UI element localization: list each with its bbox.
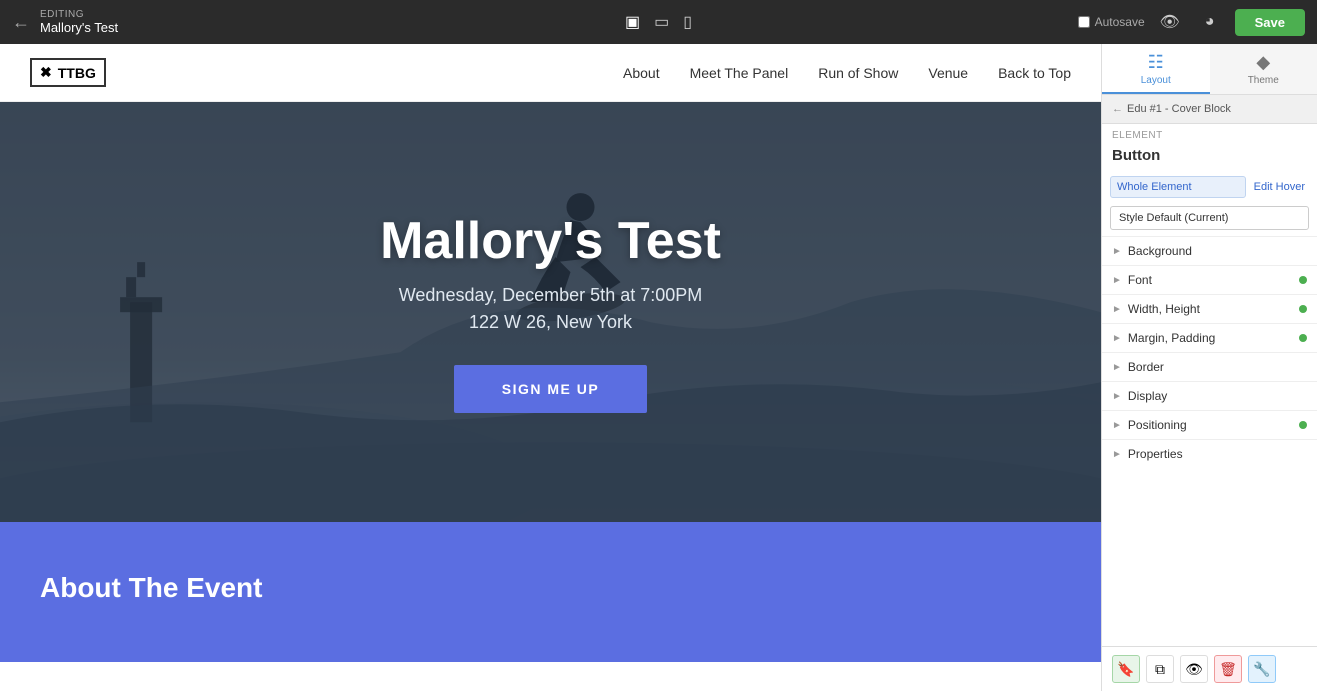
prop-background[interactable]: ► Background	[1102, 236, 1317, 265]
site-logo[interactable]: ✖ TTBG	[30, 58, 106, 87]
element-label: Element	[1102, 124, 1317, 143]
layout-tab-icon: ☷	[1148, 52, 1164, 73]
toolbar-delete-btn[interactable]: 🗑	[1214, 655, 1242, 683]
tab-theme[interactable]: ◆ Theme	[1210, 44, 1317, 94]
autosave-checkbox[interactable]	[1078, 16, 1090, 28]
nav-about[interactable]: About	[623, 65, 660, 81]
nav-back-to-top[interactable]: Back to Top	[998, 65, 1071, 81]
prop-dot-font	[1299, 276, 1307, 284]
tab-theme-label: Theme	[1248, 75, 1279, 86]
autosave-label[interactable]: Autosave	[1078, 15, 1145, 29]
hero-title: Mallory's Test	[380, 211, 721, 271]
prop-properties[interactable]: ► Properties	[1102, 439, 1317, 468]
prop-name-border: Border	[1128, 360, 1307, 374]
prop-name-properties: Properties	[1128, 447, 1307, 461]
breadcrumb[interactable]: ← Edu #1 - Cover Block	[1102, 95, 1317, 124]
prop-name-positioning: Positioning	[1128, 418, 1299, 432]
hero-content: Mallory's Test Wednesday, December 5th a…	[380, 211, 721, 413]
right-panel: ☷ Layout ◆ Theme ← Edu #1 - Cover Block …	[1101, 44, 1317, 691]
prop-dot-pos	[1299, 421, 1307, 429]
preview-button[interactable]: 👁	[1155, 7, 1185, 37]
nav-links: About Meet The Panel Run of Show Venue B…	[623, 65, 1071, 81]
prop-chevron-font: ►	[1112, 275, 1122, 286]
prop-border[interactable]: ► Border	[1102, 352, 1317, 381]
prop-chevron-props: ►	[1112, 449, 1122, 460]
prop-chevron-wh: ►	[1112, 304, 1122, 315]
hero-section: Mallory's Test Wednesday, December 5th a…	[0, 102, 1101, 522]
hero-date: Wednesday, December 5th at 7:00PM	[399, 285, 703, 306]
prop-margin-padding[interactable]: ► Margin, Padding	[1102, 323, 1317, 352]
toolbar-copy-btn[interactable]: ⧉	[1146, 655, 1174, 683]
editing-text: EDITING	[40, 9, 118, 20]
whole-element-select[interactable]: Whole Element	[1110, 176, 1246, 198]
panel-bottom-toolbar: 🔖 ⧉ 👁 🗑 🔧	[1102, 646, 1317, 691]
toolbar-settings-btn[interactable]: 🔧	[1248, 655, 1276, 683]
about-title: About The Event	[40, 572, 1061, 604]
nav-run-of-show[interactable]: Run of Show	[818, 65, 898, 81]
logo-text: TTBG	[58, 65, 96, 81]
prop-name-margin-padding: Margin, Padding	[1128, 331, 1299, 345]
toolbar-save-btn[interactable]: 🔖	[1112, 655, 1140, 683]
tablet-icon[interactable]: ▭	[654, 12, 669, 32]
site-nav: ✖ TTBG About Meet The Panel Run of Show …	[0, 44, 1101, 102]
main-layout: ✖ TTBG About Meet The Panel Run of Show …	[0, 44, 1317, 691]
edit-hover-button[interactable]: Edit Hover	[1250, 177, 1309, 197]
hero-address: 122 W 26, New York	[469, 312, 632, 333]
top-bar-right: Autosave 👁 ◕ Save	[1078, 7, 1305, 37]
mobile-icon[interactable]: ▯	[683, 12, 692, 32]
prop-name-width-height: Width, Height	[1128, 302, 1299, 316]
toolbar-eye-btn[interactable]: 👁	[1180, 655, 1208, 683]
save-button[interactable]: Save	[1235, 9, 1305, 36]
style-dropdown[interactable]: Style Default (Current)	[1110, 206, 1309, 230]
prop-name-font: Font	[1128, 273, 1299, 287]
prop-name-display: Display	[1128, 389, 1307, 403]
breadcrumb-text: Edu #1 - Cover Block	[1127, 103, 1231, 115]
prop-dot-mp	[1299, 334, 1307, 342]
about-section: About The Event	[0, 522, 1101, 662]
properties-list: ► Background ► Font ► Width, Height ► Ma…	[1102, 236, 1317, 468]
style-dropdown-row: Style Default (Current)	[1102, 202, 1317, 236]
tab-layout[interactable]: ☷ Layout	[1102, 44, 1210, 94]
sign-up-button[interactable]: SIGN ME UP	[454, 365, 647, 413]
desktop-icon[interactable]: ▣	[625, 12, 640, 32]
theme-tab-icon: ◆	[1256, 52, 1270, 73]
top-bar-left: ← EDITING Mallory's Test	[12, 9, 118, 35]
nav-venue[interactable]: Venue	[928, 65, 968, 81]
device-switcher: ▣ ▭ ▯	[625, 12, 692, 32]
prop-chevron: ►	[1112, 246, 1122, 257]
tab-layout-label: Layout	[1141, 75, 1171, 86]
top-bar: ← EDITING Mallory's Test ▣ ▭ ▯ Autosave …	[0, 0, 1317, 44]
back-button[interactable]: ←	[12, 12, 30, 33]
prop-chevron-display: ►	[1112, 391, 1122, 402]
canvas-area: ✖ TTBG About Meet The Panel Run of Show …	[0, 44, 1101, 691]
page-name: Mallory's Test	[40, 20, 118, 35]
whole-element-row: Whole Element Edit Hover	[1102, 172, 1317, 202]
prop-display[interactable]: ► Display	[1102, 381, 1317, 410]
prop-chevron-border: ►	[1112, 362, 1122, 373]
prop-dot-wh	[1299, 305, 1307, 313]
logo-icon: ✖	[40, 64, 52, 81]
share-button[interactable]: ◕	[1195, 7, 1225, 37]
prop-width-height[interactable]: ► Width, Height	[1102, 294, 1317, 323]
breadcrumb-back-arrow: ←	[1112, 103, 1123, 115]
prop-chevron-pos: ►	[1112, 420, 1122, 431]
prop-chevron-mp: ►	[1112, 333, 1122, 344]
nav-meet-panel[interactable]: Meet The Panel	[690, 65, 789, 81]
prop-font[interactable]: ► Font	[1102, 265, 1317, 294]
panel-tabs: ☷ Layout ◆ Theme	[1102, 44, 1317, 95]
prop-name-background: Background	[1128, 244, 1307, 258]
prop-positioning[interactable]: ► Positioning	[1102, 410, 1317, 439]
panel-section-title: Button	[1102, 143, 1317, 172]
editing-label: EDITING Mallory's Test	[40, 9, 118, 35]
